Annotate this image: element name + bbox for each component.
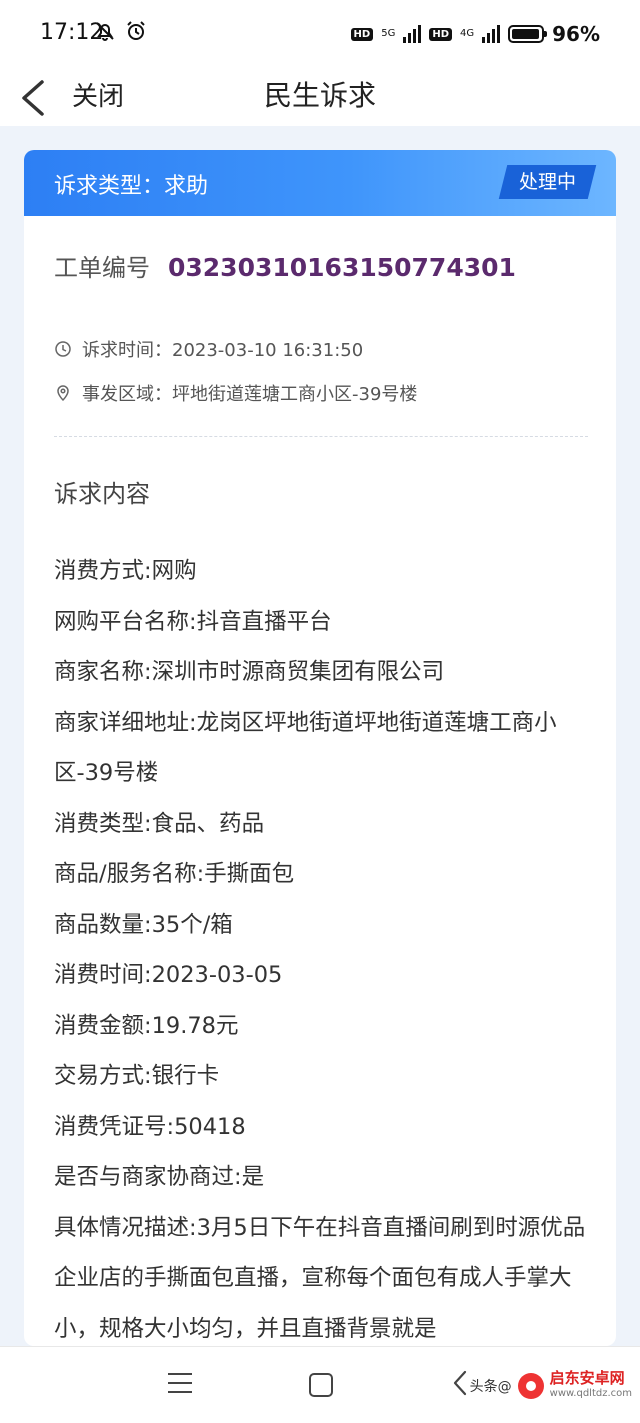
watermark-text: 启东安卓网 www.qdltdz.com <box>550 1371 632 1401</box>
status-badge: 处理中 <box>498 165 597 199</box>
network-type-2: 4G <box>460 28 475 39</box>
network-type-1: 5G <box>381 28 396 39</box>
signal-bars-2 <box>482 25 501 43</box>
content-line: 商品/服务名称:手撕面包 <box>54 861 295 887</box>
system-nav-bar: 头条@ 启东安卓网 www.qdltdz.com <box>0 1346 640 1423</box>
system-back-icon[interactable] <box>452 1369 468 1397</box>
content-line: 商品数量:35个/箱 <box>54 911 233 938</box>
section-title: 诉求内容 <box>54 480 150 508</box>
battery-percent: 96% <box>552 22 600 46</box>
content-line: 消费凭证号:50418 <box>54 1113 246 1140</box>
card-header: 诉求类型：求助 处理中 <box>24 150 616 216</box>
mute-bell-icon <box>96 22 114 41</box>
nav-bar: 关闭 民生诉求 <box>0 68 640 126</box>
order-label: 工单编号 <box>54 254 150 282</box>
content-line: 商家名称:深圳市时源商贸集团有限公司 <box>54 659 445 685</box>
clock-icon <box>55 341 71 357</box>
menu-icon[interactable] <box>168 1373 192 1400</box>
content-line: 是否与商家协商过:是 <box>54 1164 265 1190</box>
appeal-time-row: 诉求时间：2023-03-10 16:31:50 <box>54 336 363 362</box>
page-title: 民生诉求 <box>263 79 376 112</box>
appeal-content: 消费方式:网购 网购平台名称:抖音直播平台 商家名称:深圳市时源商贸集团有限公司… <box>54 546 598 1346</box>
hd-badge: HD <box>350 27 374 41</box>
content-line: 消费金额:19.78元 <box>54 1012 239 1039</box>
location-pin-icon <box>57 385 69 402</box>
appeal-detail-card: 诉求类型：求助 处理中 工单编号 03230310163150774301 诉求时… <box>24 150 616 1346</box>
content-line: 具体情况描述:3月5日下午在抖音直播间刷到时源优品企业店的手撕面包直播，宣称每个… <box>54 1214 586 1342</box>
content-line: 网购平台名称:抖音直播平台 <box>54 608 332 635</box>
appeal-time: 诉求时间：2023-03-10 16:31:50 <box>82 340 364 361</box>
battery-icon <box>508 25 548 43</box>
watermark-site: 启东安卓网 <box>549 1369 625 1387</box>
order-number: 03230310163150774301 <box>168 253 516 282</box>
watermark: 头条@ 启东安卓网 www.qdltdz.com <box>470 1371 632 1401</box>
watermark-logo-icon <box>517 1373 544 1399</box>
content-line: 消费方式:网购 <box>54 558 197 584</box>
status-bar: 17:12 HD 5G HD 4G 96% <box>0 0 640 68</box>
content-line: 消费类型:食品、药品 <box>54 810 265 837</box>
watermark-prefix: 头条@ <box>469 1379 512 1395</box>
battery-fill <box>512 29 539 39</box>
content-line: 交易方式:银行卡 <box>54 1063 220 1089</box>
incident-area-row: 事发区域：坪地街道莲塘工商小区-39号楼 <box>54 380 417 406</box>
hd-badge-2: HD <box>429 27 452 41</box>
content-line: 商家详细地址:龙岗区坪地街道坪地街道莲塘工商小区-39号楼 <box>54 709 557 787</box>
watermark-url: www.qdltdz.com <box>549 1388 632 1399</box>
signal-bars-1 <box>403 25 422 43</box>
home-icon[interactable] <box>309 1373 333 1397</box>
status-icons <box>94 20 147 45</box>
divider <box>54 436 588 437</box>
order-number-row: 工单编号 03230310163150774301 <box>54 248 516 283</box>
appeal-type: 诉求类型：求助 <box>54 174 209 199</box>
content-line: 消费时间:2023-03-05 <box>54 962 283 988</box>
status-right: HD 5G HD 4G 96% <box>350 20 600 48</box>
alarm-icon <box>127 21 145 40</box>
incident-area: 事发区域：坪地街道莲塘工商小区-39号楼 <box>82 384 418 405</box>
status-text: 处理中 <box>518 171 576 193</box>
